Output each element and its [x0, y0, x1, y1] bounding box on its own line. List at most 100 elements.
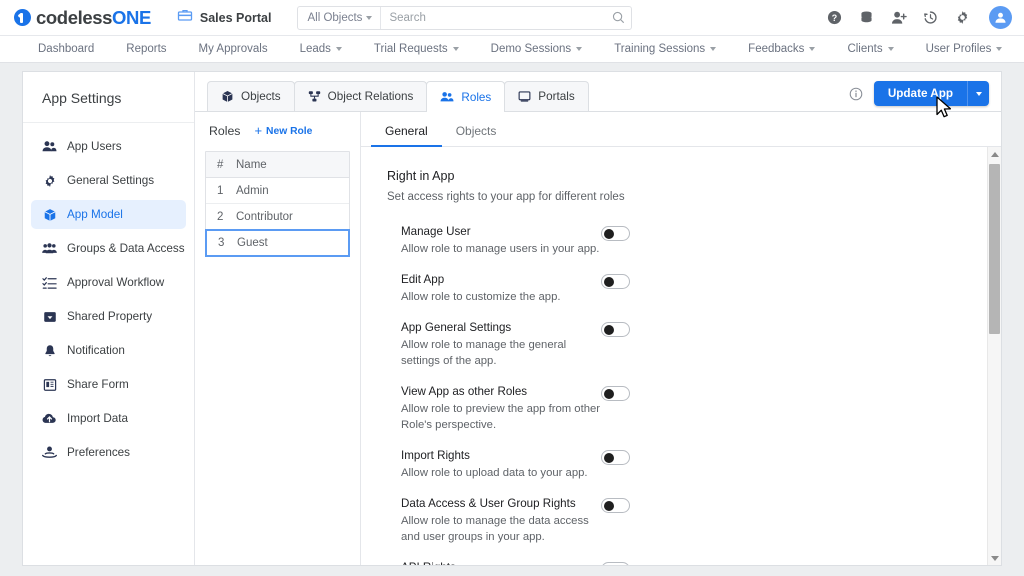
row-index: 2 [217, 210, 224, 223]
nav-item-feedbacks[interactable]: Feedbacks [732, 36, 831, 62]
toggle-app-general-settings[interactable] [601, 322, 630, 337]
cube-icon [42, 207, 57, 222]
form-icon [42, 377, 57, 392]
right-name: App General Settings [401, 321, 512, 334]
right-item-edit-app: Edit App Allow role to customize the app… [387, 273, 630, 305]
chevron-down-icon [366, 15, 373, 20]
row-name: Admin [236, 184, 269, 197]
app-window: codelessONE Sales Portal All Objects ? [0, 0, 1024, 576]
detail-scrollbar[interactable] [987, 147, 1001, 565]
search-scope-dropdown[interactable]: All Objects [298, 6, 382, 29]
sidebar-item-app-model[interactable]: App Model [31, 200, 186, 229]
row-index: 1 [217, 184, 224, 197]
sidebar-item-app-users[interactable]: App Users [31, 132, 186, 161]
relations-icon [308, 90, 321, 103]
tag-icon [42, 309, 57, 324]
brand-logo[interactable]: codelessONE [14, 7, 151, 29]
nav-item-clients[interactable]: Clients [831, 36, 909, 62]
scroll-down-arrow[interactable] [989, 552, 1001, 564]
svg-text:?: ? [832, 13, 837, 23]
toggle-knob [604, 564, 614, 565]
search-input[interactable] [381, 6, 606, 29]
help-icon[interactable]: ? [826, 9, 843, 26]
sidebar-item-share-form[interactable]: Share Form [31, 370, 186, 399]
triangle-up-icon [990, 151, 999, 157]
chevron-down-icon [576, 47, 583, 51]
right-text: Manage User Allow role to manage users i… [401, 225, 601, 257]
detail-scroll-region: Right in App Set access rights to your a… [361, 147, 1001, 565]
app-selector[interactable]: Sales Portal [177, 7, 271, 28]
nav-item-reports[interactable]: Reports [110, 36, 182, 62]
column-header-name: Name [236, 158, 267, 171]
sidebar-item-label: General Settings [67, 174, 155, 187]
right-text: View App as other Roles Allow role to pr… [401, 385, 601, 433]
toggle-import-rights[interactable] [601, 450, 630, 465]
search-scope-label: All Objects [307, 11, 363, 24]
update-app-dropdown-toggle[interactable] [967, 81, 989, 106]
page-title: App Settings [23, 72, 194, 123]
chevron-down-icon [452, 47, 459, 51]
add-user-icon[interactable] [890, 9, 907, 26]
scroll-up-arrow[interactable] [989, 148, 1001, 160]
nav-label: Training Sessions [614, 43, 706, 55]
section-title: Right in App [387, 169, 455, 183]
nav-item-user-profiles[interactable]: User Profiles [910, 36, 1019, 62]
right-description: Allow role to upload data to your app. [401, 467, 588, 479]
roles-title: Roles [209, 124, 241, 138]
right-name: Data Access & User Group Rights [401, 497, 576, 510]
nav-item-trial-requests[interactable]: Trial Requests [358, 36, 475, 62]
nav-item-leads[interactable]: Leads [284, 36, 358, 62]
update-app-button-group: Update App [873, 81, 989, 106]
tab-label: Portals [538, 90, 575, 103]
right-description: Allow role to manage users in your app. [401, 243, 600, 255]
tab-objects-detail[interactable]: Objects [442, 124, 511, 146]
avatar[interactable] [989, 6, 1012, 29]
search-button[interactable] [605, 7, 631, 29]
nav-label: Reports [126, 43, 167, 55]
toggle-knob [604, 500, 614, 511]
table-row[interactable]: 2 Contributor [206, 204, 349, 230]
scrollbar-track[interactable] [988, 160, 1001, 552]
tab-label: Roles [461, 90, 492, 104]
sidebar-item-approval-workflow[interactable]: Approval Workflow [31, 268, 186, 297]
info-icon[interactable] [849, 87, 863, 101]
portal-icon [518, 90, 531, 103]
sidebar-item-import-data[interactable]: Import Data [31, 404, 186, 433]
history-icon[interactable] [922, 9, 939, 26]
tab-roles[interactable]: Roles [426, 81, 506, 112]
toggle-manage-user[interactable] [601, 226, 630, 241]
right-item-import-rights: Import Rights Allow role to upload data … [387, 449, 630, 481]
sidebar-item-notification[interactable]: Notification [31, 336, 186, 365]
sidebar-item-label: Notification [67, 344, 125, 357]
nav-label: Clients [847, 43, 883, 55]
sidebar-item-shared-property[interactable]: Shared Property [31, 302, 186, 331]
nav-label: Dashboard [38, 43, 95, 55]
table-row[interactable]: 1 Admin [206, 178, 349, 204]
tab-object-relations[interactable]: Object Relations [293, 81, 428, 111]
update-app-button[interactable]: Update App [873, 81, 967, 106]
toggle-api-rights[interactable] [601, 562, 630, 565]
tab-general[interactable]: General [371, 124, 442, 147]
nav-item-training-sessions[interactable]: Training Sessions [598, 36, 732, 62]
table-row[interactable]: 3 Guest [205, 229, 350, 257]
toggle-edit-app[interactable] [601, 274, 630, 289]
nav-item-demo-sessions[interactable]: Demo Sessions [475, 36, 599, 62]
nav-item-my-approvals[interactable]: My Approvals [183, 36, 284, 62]
tab-portals[interactable]: Portals [504, 81, 589, 111]
roles-icon [440, 90, 454, 104]
new-role-button[interactable]: + New Role [254, 123, 312, 138]
sidebar-item-preferences[interactable]: Preferences [31, 438, 186, 467]
toggle-data-access-user-group-rights[interactable] [601, 498, 630, 513]
page-body: App Settings App Users General Settings [0, 63, 1024, 576]
toggle-view-app-as-other-roles[interactable] [601, 386, 630, 401]
nav-item-dashboard[interactable]: Dashboard [22, 36, 110, 62]
sidebar-item-general-settings[interactable]: General Settings [31, 166, 186, 195]
database-icon[interactable] [858, 9, 875, 26]
scrollbar-thumb[interactable] [989, 164, 1000, 334]
sidebar-item-label: Approval Workflow [67, 276, 165, 289]
sidebar-item-groups-data-access[interactable]: Groups & Data Access [31, 234, 186, 263]
plus-icon: + [254, 123, 263, 138]
sidebar-item-label: Share Form [67, 378, 129, 391]
tab-objects[interactable]: Objects [207, 81, 295, 111]
gear-icon[interactable] [954, 9, 971, 26]
